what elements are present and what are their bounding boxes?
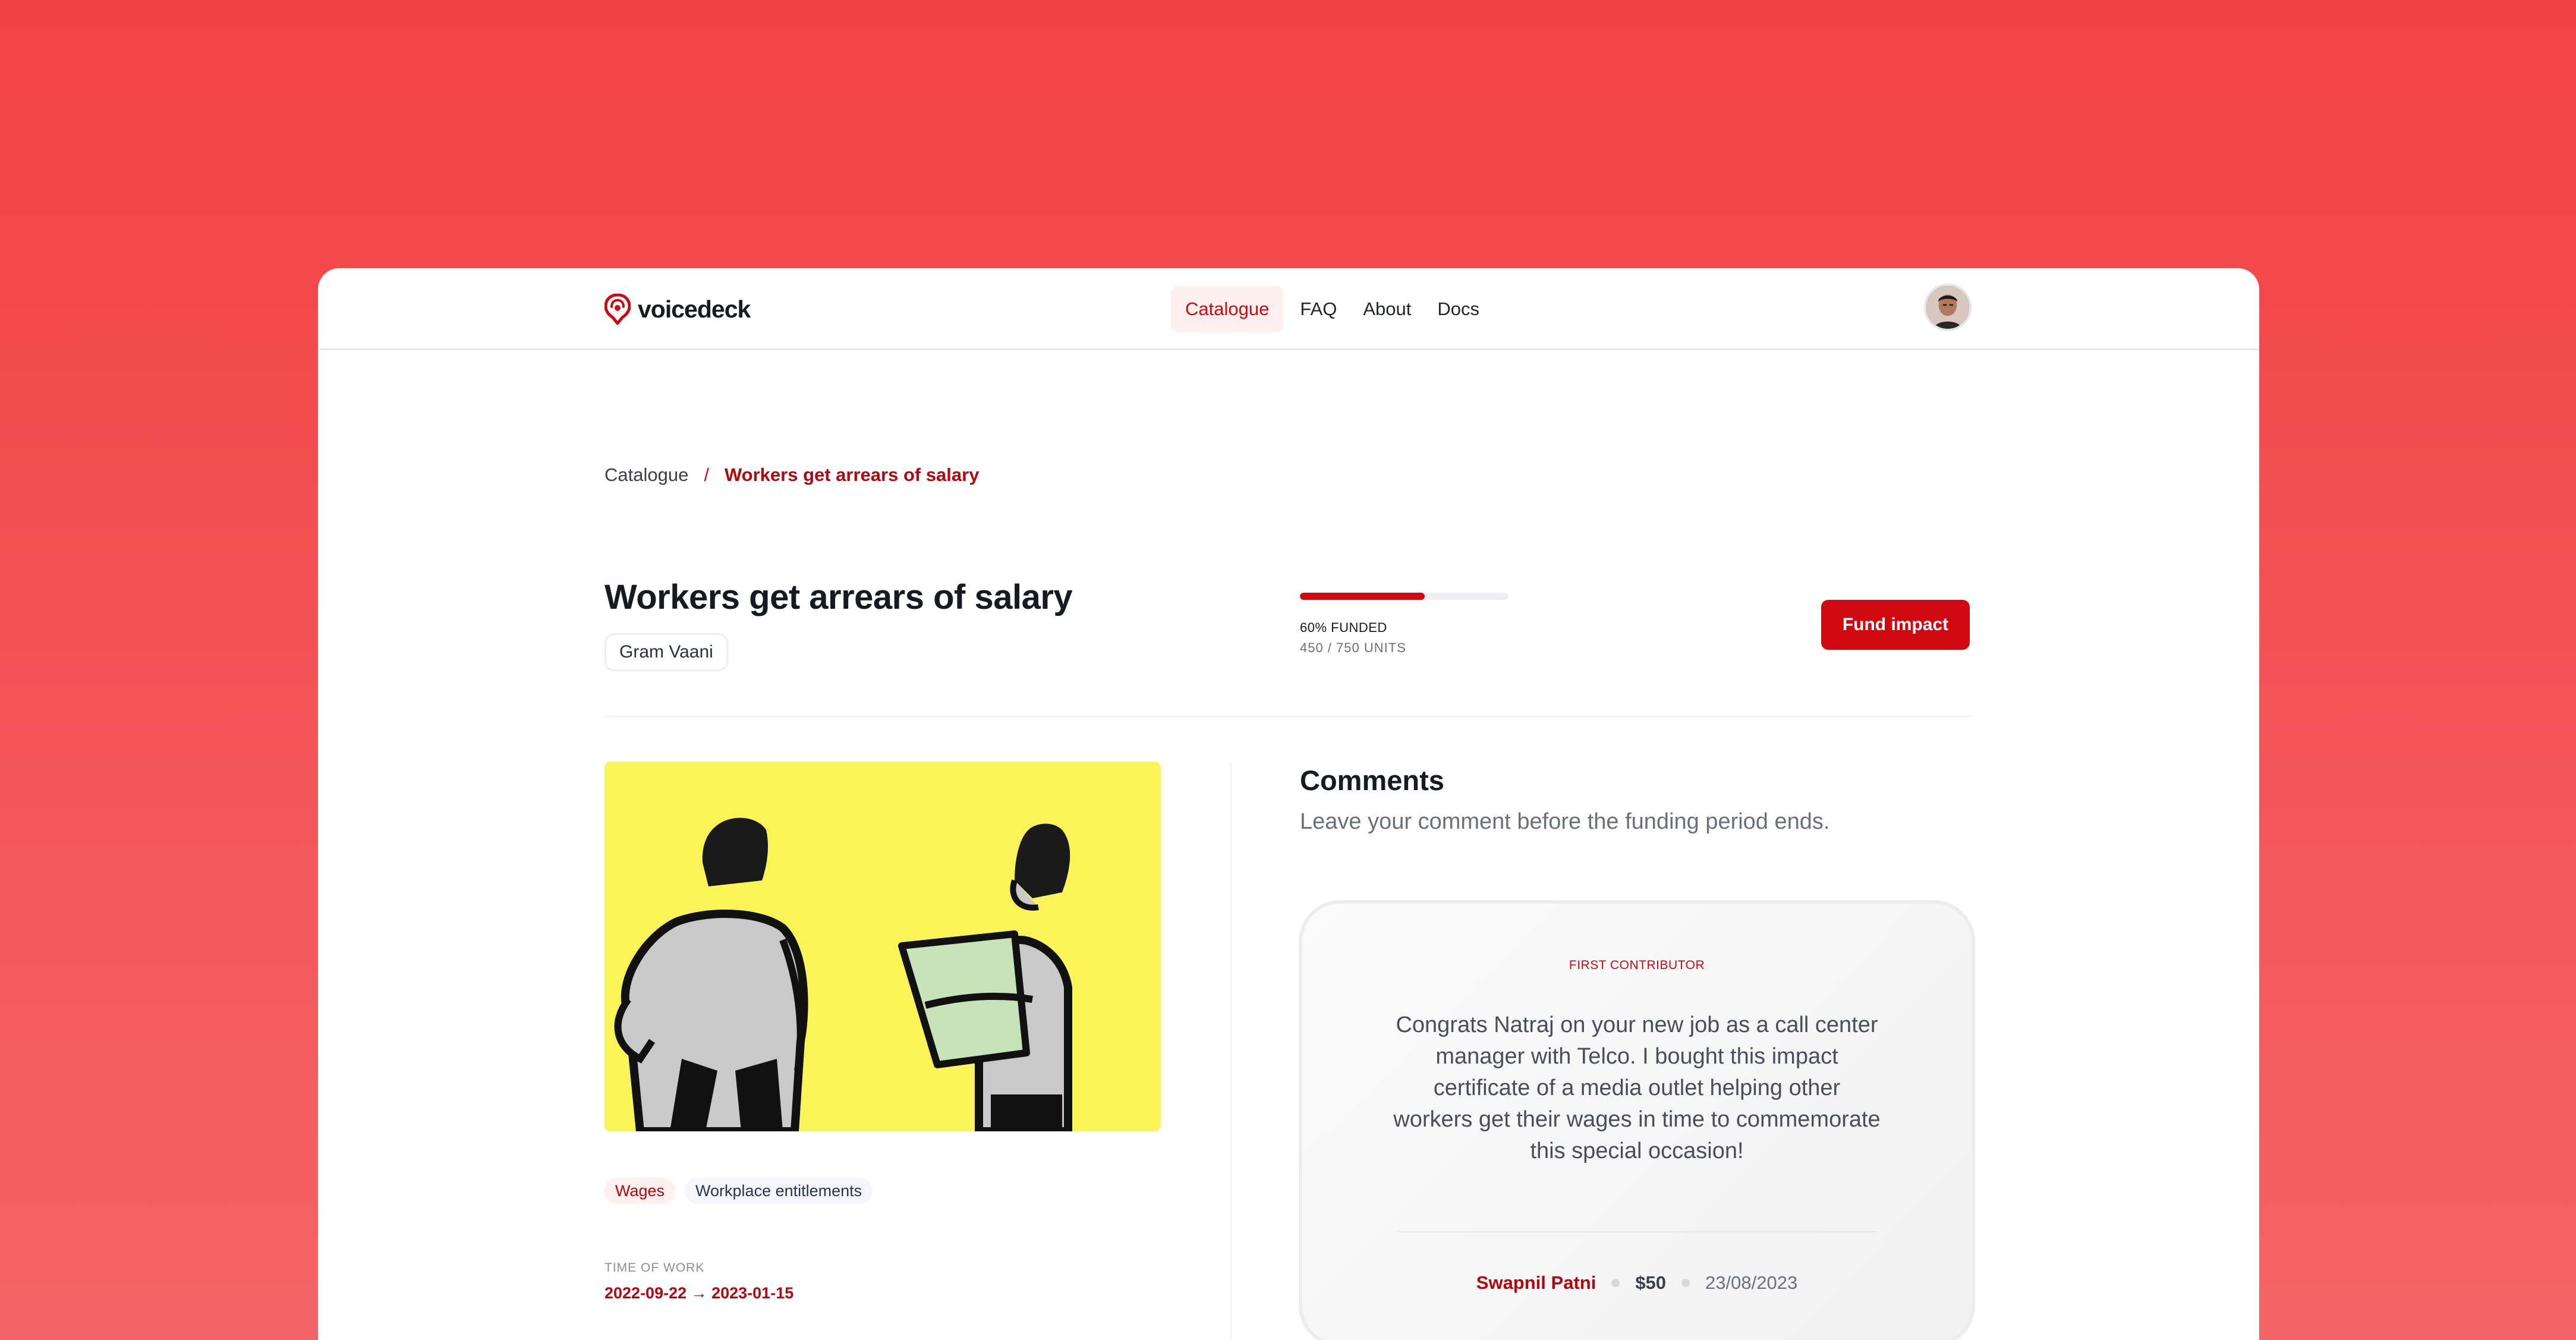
time-of-work-value: 2022-09-22 → 2023-01-15 bbox=[604, 1284, 794, 1302]
comment-card: FIRST CONTRIBUTOR Congrats Natraj on you… bbox=[1299, 900, 1975, 1340]
funding-progress-fill bbox=[1300, 593, 1425, 600]
nav-item-faq[interactable]: FAQ bbox=[1287, 286, 1350, 332]
section-divider bbox=[604, 716, 1972, 717]
workers-illustration-image bbox=[604, 762, 1161, 1131]
breadcrumb-catalogue-link[interactable]: Catalogue bbox=[604, 464, 688, 486]
comment-amount: $50 bbox=[1635, 1272, 1667, 1293]
comment-meta: Swapnil Patni $50 23/08/2023 bbox=[1302, 1272, 1972, 1294]
top-navbar: voicedeck Catalogue FAQ About Docs bbox=[318, 268, 2259, 350]
fund-impact-button[interactable]: Fund impact bbox=[1821, 600, 1970, 650]
nav-item-about[interactable]: About bbox=[1350, 286, 1424, 332]
brand-name: voicedeck bbox=[638, 295, 751, 323]
meta-separator-dot bbox=[1681, 1279, 1690, 1287]
first-contributor-label: FIRST CONTRIBUTOR bbox=[1569, 958, 1705, 972]
funded-units-label: 450 / 750 UNITS bbox=[1300, 640, 1406, 655]
voicedeck-logo-icon bbox=[604, 294, 631, 325]
comment-author[interactable]: Swapnil Patni bbox=[1476, 1272, 1596, 1294]
comments-subtitle: Leave your comment before the funding pe… bbox=[1300, 809, 1830, 834]
column-divider bbox=[1230, 762, 1232, 1340]
breadcrumb-separator: / bbox=[704, 464, 709, 485]
comment-text: Congrats Natraj on your new job as a cal… bbox=[1393, 1012, 1881, 1163]
tag-list: Wages Workplace entitlements bbox=[604, 1178, 873, 1204]
nav-item-docs[interactable]: Docs bbox=[1424, 286, 1492, 332]
app-window: voicedeck Catalogue FAQ About Docs Catal… bbox=[318, 268, 2259, 1340]
funding-progress-bar bbox=[1300, 593, 1508, 600]
nav-item-catalogue[interactable]: Catalogue bbox=[1171, 286, 1284, 332]
tag-wages[interactable]: Wages bbox=[604, 1178, 676, 1204]
meta-separator-dot bbox=[1611, 1279, 1620, 1287]
page-title: Workers get arrears of salary bbox=[604, 578, 1073, 616]
funded-percent-label: 60% FUNDED bbox=[1300, 620, 1387, 635]
avatar-photo-icon bbox=[1926, 286, 1969, 329]
time-of-work-label: TIME OF WORK bbox=[604, 1261, 705, 1275]
comments-heading: Comments bbox=[1300, 765, 1444, 796]
breadcrumb: Catalogue / Workers get arrears of salar… bbox=[604, 464, 979, 486]
card-divider bbox=[1397, 1231, 1876, 1232]
breadcrumb-current: Workers get arrears of salary bbox=[724, 464, 980, 485]
organization-chip[interactable]: Gram Vaani bbox=[604, 633, 728, 671]
tag-workplace-entitlements[interactable]: Workplace entitlements bbox=[685, 1178, 873, 1204]
comment-date: 23/08/2023 bbox=[1705, 1272, 1798, 1293]
user-avatar[interactable] bbox=[1924, 284, 1972, 331]
brand-logo[interactable]: voicedeck bbox=[604, 294, 751, 325]
project-illustration bbox=[604, 762, 1161, 1131]
main-nav: Catalogue FAQ About Docs bbox=[1171, 286, 1492, 332]
